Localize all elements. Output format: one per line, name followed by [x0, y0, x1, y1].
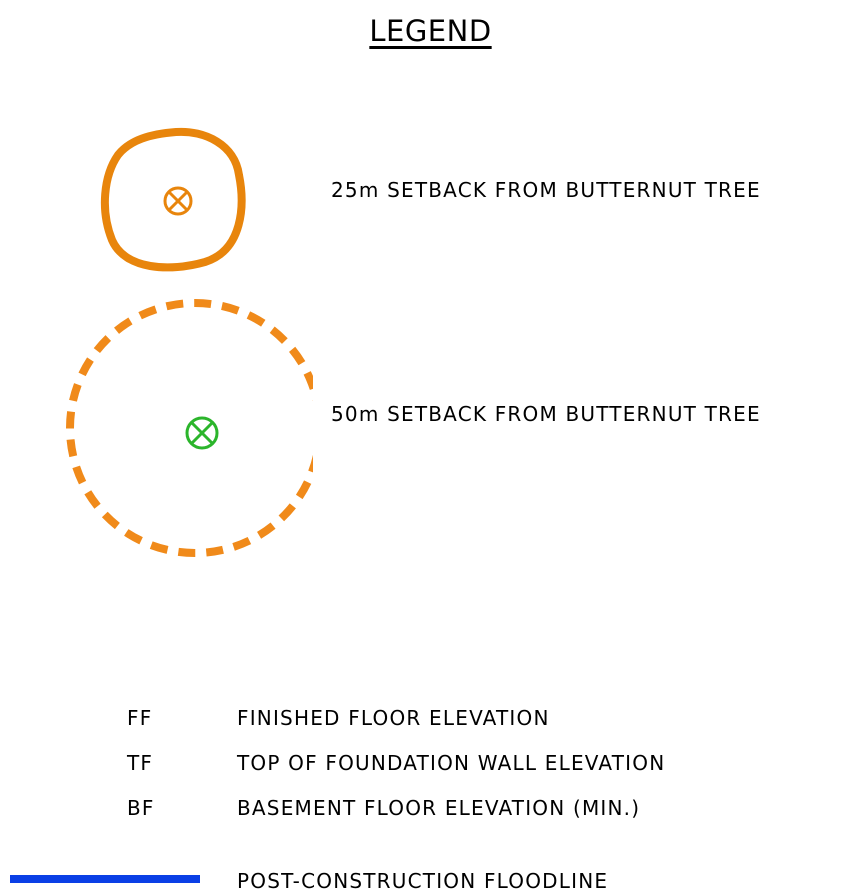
floodline-label: POST-CONSTRUCTION FLOODLINE — [237, 869, 609, 893]
floodline-symbol — [10, 875, 200, 883]
